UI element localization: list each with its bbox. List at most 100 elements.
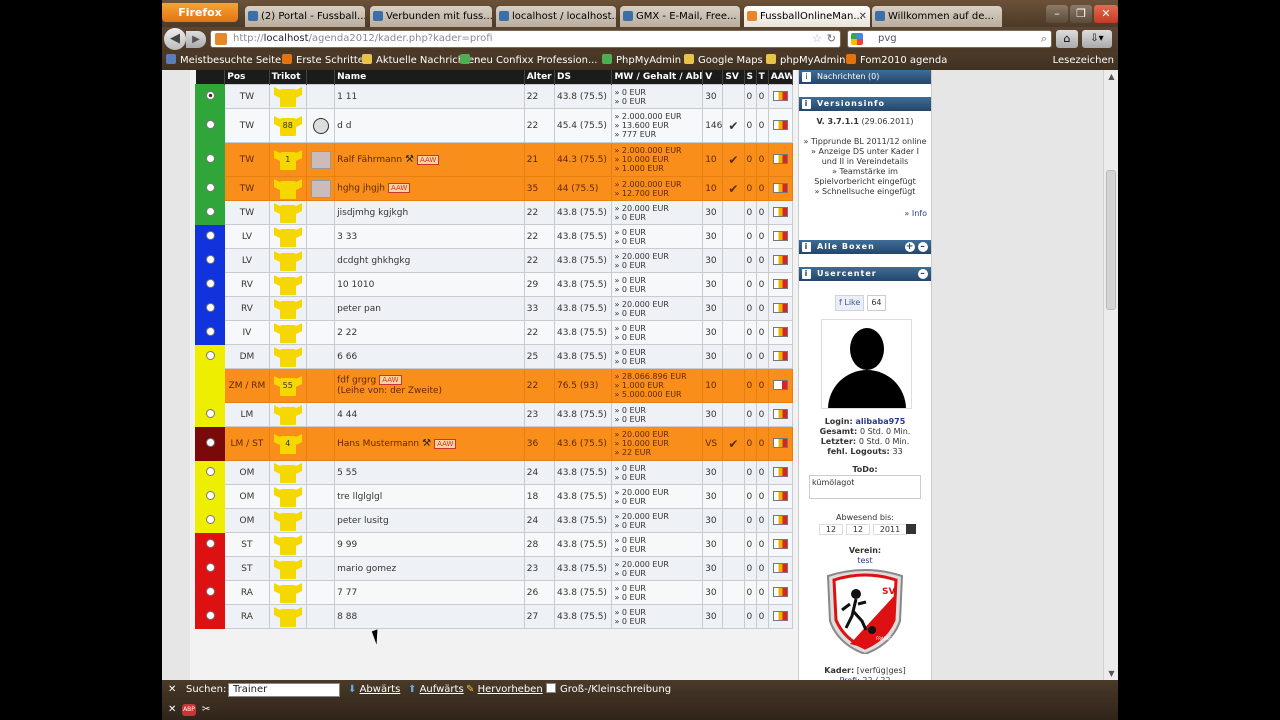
column-header[interactable]: Name xyxy=(334,70,525,85)
aaw-cell[interactable] xyxy=(767,368,794,403)
column-header[interactable]: Trikot xyxy=(269,70,307,85)
aaw-cell[interactable] xyxy=(767,200,794,225)
player-name[interactable]: 6 66 xyxy=(337,352,357,362)
row-radio[interactable] xyxy=(205,350,215,360)
aaw-cell[interactable] xyxy=(767,604,794,629)
name-cell[interactable]: mario gomez xyxy=(334,556,525,581)
find-close-icon[interactable]: ✕ xyxy=(168,680,176,700)
aaw-cell[interactable] xyxy=(767,402,794,427)
aaw-cell[interactable] xyxy=(767,532,794,557)
column-header[interactable]: SV xyxy=(722,70,745,85)
row-select-cell[interactable] xyxy=(194,532,226,557)
column-header[interactable]: DS xyxy=(554,70,613,85)
row-select-cell[interactable] xyxy=(194,142,226,177)
name-cell[interactable]: 7 77 xyxy=(334,580,525,605)
aaw-badge[interactable]: AAW xyxy=(379,375,402,386)
row-select-cell[interactable] xyxy=(194,556,226,581)
player-name[interactable]: d d xyxy=(337,121,351,131)
url-bar[interactable]: http://localhost/agenda2012/kader.php?ka… xyxy=(210,30,841,48)
scroll-thumb[interactable] xyxy=(1106,170,1116,310)
close-window-button[interactable]: ✕ xyxy=(1094,5,1118,23)
addon-icon[interactable]: ✂ xyxy=(202,700,210,720)
login-value[interactable]: alibaba975 xyxy=(855,417,905,426)
absent-day-select[interactable]: 12 xyxy=(819,524,843,535)
aaw-cell[interactable] xyxy=(767,320,794,345)
column-header[interactable]: T xyxy=(756,70,769,85)
back-button[interactable]: ◀ xyxy=(164,28,186,50)
row-radio[interactable] xyxy=(205,466,215,476)
name-cell[interactable]: peter pan xyxy=(334,296,525,321)
name-cell[interactable]: 6 66 xyxy=(334,344,525,369)
find-down-button[interactable]: ⬇ Abwärts xyxy=(348,680,400,700)
column-header[interactable] xyxy=(195,70,226,85)
aaw-cell[interactable] xyxy=(767,344,794,369)
scroll-down-icon[interactable]: ▼ xyxy=(1105,667,1118,680)
player-name[interactable]: 8 88 xyxy=(337,612,357,622)
bookmark-item[interactable]: Fom2010 agenda xyxy=(846,52,947,70)
row-select-cell[interactable] xyxy=(194,508,226,533)
collapse-icon[interactable]: – xyxy=(918,269,928,279)
name-cell[interactable]: 4 44 xyxy=(334,402,525,427)
find-input[interactable]: Trainer xyxy=(228,683,340,697)
aaw-cell[interactable] xyxy=(767,108,794,143)
column-header[interactable]: AAW xyxy=(768,70,794,85)
player-name[interactable]: fdf grgrg xyxy=(337,376,376,386)
adblock-icon[interactable]: ABP xyxy=(182,704,196,716)
name-cell[interactable]: peter lusitg xyxy=(334,508,525,533)
aaw-cell[interactable] xyxy=(767,176,794,201)
bookmark-item[interactable]: neu Confixx Profession... xyxy=(460,52,598,70)
player-name[interactable]: 3 33 xyxy=(337,232,357,242)
row-radio[interactable] xyxy=(205,490,215,500)
row-select-cell[interactable] xyxy=(194,108,226,143)
row-select-cell[interactable] xyxy=(194,224,226,249)
row-radio[interactable] xyxy=(205,278,215,288)
aaw-cell[interactable] xyxy=(767,556,794,581)
row-select-cell[interactable] xyxy=(194,344,226,369)
player-name[interactable]: peter pan xyxy=(337,304,381,314)
bookmark-item[interactable]: Erste Schritte xyxy=(282,52,364,70)
aaw-cell[interactable] xyxy=(767,460,794,485)
column-header[interactable]: Alter xyxy=(524,70,555,85)
todo-textarea[interactable]: kümölagot xyxy=(809,475,921,499)
name-cell[interactable]: Hans Mustermann ⚒ AAW xyxy=(334,426,525,461)
home-icon[interactable]: ⌂ xyxy=(1056,30,1078,48)
row-radio[interactable] xyxy=(205,586,215,596)
minimize-button[interactable]: – xyxy=(1046,5,1068,23)
case-sensitive-checkbox[interactable]: Groß-/Kleinschreibung xyxy=(546,680,671,700)
row-radio[interactable] xyxy=(205,437,215,447)
row-select-cell[interactable] xyxy=(194,426,226,461)
browser-tab[interactable]: GMX - E-Mail, Free... xyxy=(620,6,740,27)
bookmark-item[interactable]: Meistbesuchte Seiten xyxy=(166,52,288,70)
row-radio[interactable] xyxy=(205,326,215,336)
row-radio[interactable] xyxy=(205,90,215,100)
aaw-cell[interactable] xyxy=(767,580,794,605)
expand-all-icon[interactable]: + xyxy=(905,242,915,252)
player-name[interactable]: 5 55 xyxy=(337,468,357,478)
reload-icon[interactable]: ↻ xyxy=(827,31,836,47)
column-header[interactable]: V xyxy=(702,70,724,85)
row-radio[interactable] xyxy=(205,302,215,312)
column-header[interactable] xyxy=(306,70,336,85)
maximize-button[interactable]: ❐ xyxy=(1070,5,1092,23)
name-cell[interactable]: 3 33 xyxy=(334,224,525,249)
player-name[interactable]: 10 1010 xyxy=(337,280,374,290)
row-select-cell[interactable] xyxy=(194,484,226,509)
collapse-all-icon[interactable]: – xyxy=(918,242,928,252)
aaw-cell[interactable] xyxy=(767,248,794,273)
aaw-cell[interactable] xyxy=(767,508,794,533)
browser-tab[interactable]: FussballOnlineMan... ✕ xyxy=(744,6,870,27)
addon-button[interactable]: ⇩▾ xyxy=(1082,30,1112,48)
bookmarks-menu[interactable]: Lesezeichen xyxy=(1053,52,1114,70)
name-cell[interactable]: dcdght ghkhgkg xyxy=(334,248,525,273)
aaw-cell[interactable] xyxy=(767,84,794,109)
name-cell[interactable]: 9 99 xyxy=(334,532,525,557)
player-name[interactable]: 1 11 xyxy=(337,92,357,102)
row-radio[interactable] xyxy=(205,514,215,524)
highlight-button[interactable]: ✎ Hervorheben xyxy=(466,680,543,700)
name-cell[interactable]: jisdjmhg kgjkgh xyxy=(334,200,525,225)
row-radio[interactable] xyxy=(205,610,215,620)
player-name[interactable]: 4 44 xyxy=(337,410,357,420)
vertical-scrollbar[interactable]: ▲ ▼ xyxy=(1103,70,1118,680)
scroll-up-icon[interactable]: ▲ xyxy=(1105,70,1118,83)
row-select-cell[interactable] xyxy=(194,200,226,225)
